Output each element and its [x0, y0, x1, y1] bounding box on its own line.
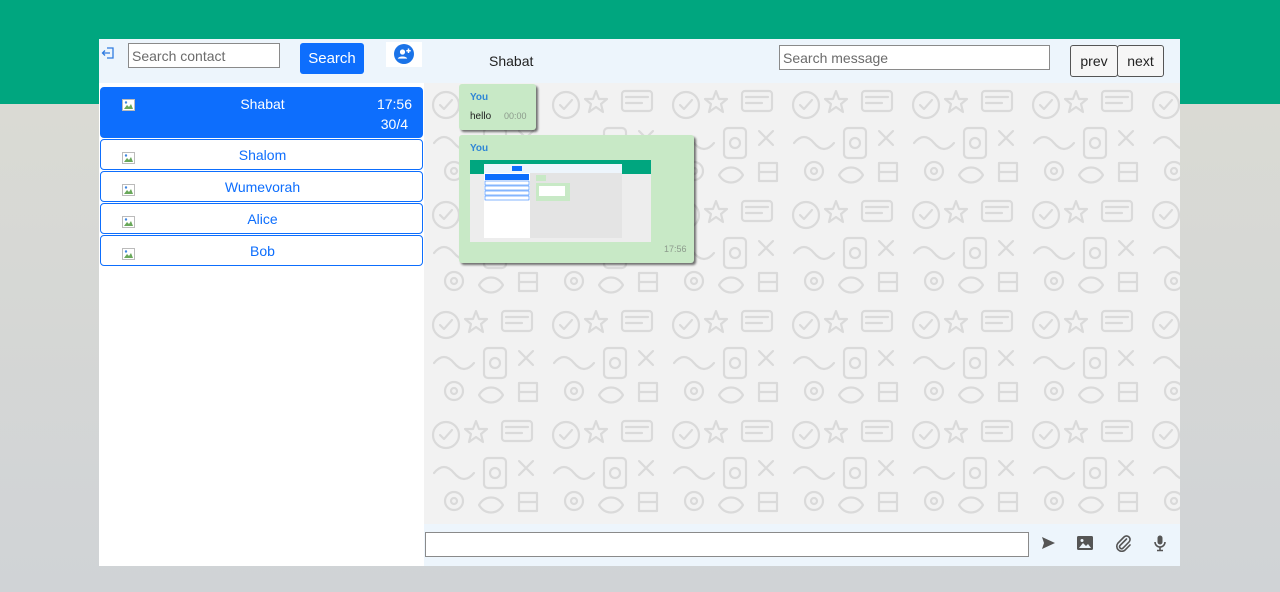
message-sender: You [470, 92, 489, 103]
chat-app: Search Shabat 17:56 30/4 [99, 39, 1180, 566]
chat-contact-name: Shabat [489, 53, 534, 69]
next-button[interactable]: next [1117, 45, 1164, 77]
message-time: 17:56 [664, 244, 687, 254]
contact-item-shabat[interactable]: Shabat 17:56 30/4 [100, 87, 423, 138]
sidebar-header: Search [99, 39, 424, 83]
image-icon[interactable] [1076, 534, 1094, 552]
contact-name: Shabat [240, 96, 285, 112]
contact-search-input[interactable] [128, 43, 280, 68]
add-contact-button[interactable] [386, 42, 422, 67]
message-sender: You [470, 143, 489, 154]
contact-name: Bob [250, 243, 275, 259]
prev-button[interactable]: prev [1070, 45, 1118, 77]
message-bubble[interactable]: You hello 00:00 [459, 84, 536, 130]
message-text: hello [470, 111, 492, 122]
logout-icon[interactable] [101, 46, 115, 60]
contact-last-date: 30/4 [380, 116, 408, 132]
contact-item-bob[interactable]: Bob [100, 235, 423, 266]
contact-last-time: 17:56 [376, 96, 412, 112]
search-button[interactable]: Search [300, 43, 364, 74]
image-attachment[interactable] [470, 160, 651, 242]
screenshot-thumbnail [470, 160, 651, 242]
contact-name: Alice [247, 211, 278, 227]
message-bubble-image[interactable]: You 17:56 [459, 135, 694, 263]
message-time: 00:00 [504, 111, 527, 121]
contact-name: Wumevorah [224, 179, 301, 195]
contact-item-wumevorah[interactable]: Wumevorah [100, 171, 423, 202]
sidebar: Search Shabat 17:56 30/4 [99, 39, 424, 566]
contact-item-shalom[interactable]: Shalom [100, 139, 423, 170]
message-area[interactable]: You hello 00:00 You 17:56 [424, 83, 1180, 524]
send-icon[interactable] [1039, 534, 1057, 552]
contact-name: Shalom [238, 147, 287, 163]
add-user-icon [394, 44, 414, 64]
microphone-icon[interactable] [1151, 534, 1169, 552]
contact-item-alice[interactable]: Alice [100, 203, 423, 234]
message-input[interactable] [425, 532, 1029, 557]
contact-list: Shabat 17:56 30/4 Shalom Wumevorah Alice… [99, 87, 424, 267]
chat-panel: Shabat prev next [424, 39, 1180, 566]
chat-header: Shabat prev next [424, 39, 1180, 83]
chat-footer [424, 524, 1180, 566]
message-search-input[interactable] [779, 45, 1050, 70]
attach-icon[interactable] [1114, 534, 1132, 553]
